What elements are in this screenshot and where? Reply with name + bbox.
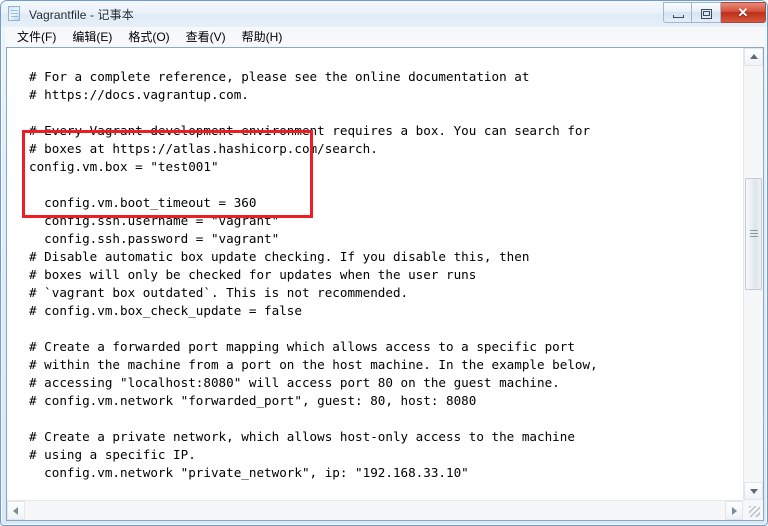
close-icon: ✕	[737, 5, 749, 20]
resize-gripper[interactable]	[743, 500, 763, 520]
menu-bar: 文件(F) 编辑(E) 格式(O) 查看(V) 帮助(H)	[5, 27, 765, 47]
scroll-right-button[interactable]	[725, 501, 743, 520]
close-button[interactable]: ✕	[721, 2, 766, 23]
scroll-left-button[interactable]	[7, 501, 25, 520]
window-title: Vagrantfile - 记事本	[29, 7, 134, 22]
restore-icon	[701, 9, 712, 19]
menu-help[interactable]: 帮助(H)	[234, 27, 291, 47]
gripper-icon	[749, 506, 760, 517]
text-editor[interactable]: # For a complete reference, please see t…	[7, 48, 743, 500]
chevron-up-icon	[749, 54, 758, 59]
minimize-button[interactable]	[663, 2, 692, 23]
restore-button[interactable]	[692, 2, 721, 23]
title-bar[interactable]: Vagrantfile - 记事本 ✕	[1, 1, 767, 27]
menu-file[interactable]: 文件(F)	[9, 27, 64, 47]
chevron-right-icon	[732, 506, 737, 515]
grip-icon	[749, 230, 758, 238]
window-controls: ✕	[663, 2, 766, 23]
editor-content[interactable]: # For a complete reference, please see t…	[29, 68, 598, 500]
menu-view[interactable]: 查看(V)	[178, 27, 234, 47]
chevron-left-icon	[13, 506, 18, 515]
client-area: # For a complete reference, please see t…	[6, 47, 764, 521]
minimize-icon	[673, 15, 684, 18]
notepad-icon	[7, 6, 23, 22]
scroll-up-button[interactable]	[744, 48, 763, 66]
vertical-scrollbar-thumb[interactable]	[745, 178, 762, 290]
vertical-scrollbar[interactable]	[743, 48, 763, 500]
horizontal-scrollbar[interactable]	[7, 500, 743, 520]
chevron-down-icon	[749, 489, 758, 494]
menu-edit[interactable]: 编辑(E)	[64, 27, 120, 47]
scroll-down-button[interactable]	[744, 482, 763, 500]
notepad-window: Vagrantfile - 记事本 ✕ 文件(F) 编辑(E) 格式(O) 查看…	[0, 0, 768, 526]
menu-format[interactable]: 格式(O)	[120, 27, 177, 47]
